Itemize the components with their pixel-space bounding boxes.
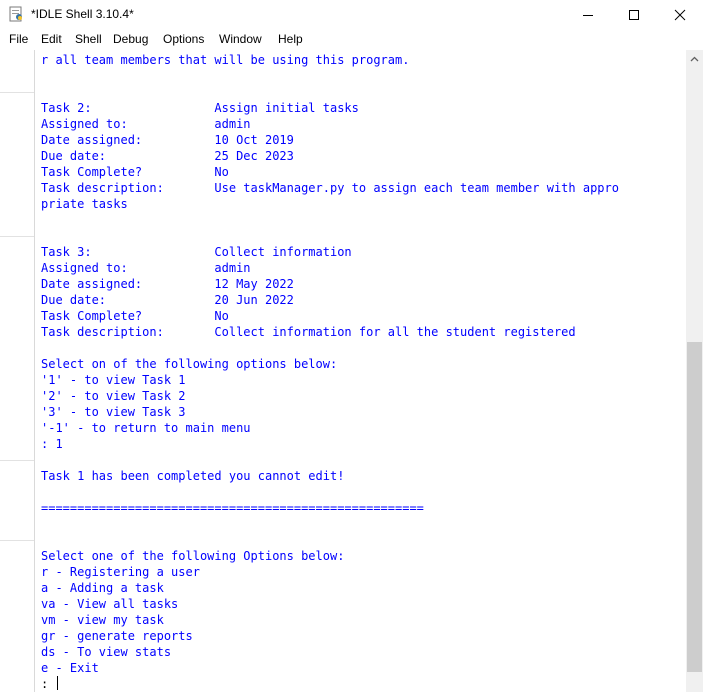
shell-line: '2' - to view Task 2: [41, 389, 186, 403]
shell-line: Date assigned: 12 May 2022: [41, 277, 294, 291]
menu-debug[interactable]: Debug: [113, 32, 148, 46]
shell-line: Task Complete? No: [41, 309, 229, 323]
chevron-up-icon: [690, 56, 699, 61]
shell-line: Task 1 has been completed you cannot edi…: [41, 469, 345, 483]
shell-line: Assigned to: admin: [41, 261, 251, 275]
shell-output: r all team members that will be using th…: [41, 52, 619, 692]
window-title: *IDLE Shell 3.10.4*: [31, 7, 134, 21]
shell-line: '1' - to view Task 1: [41, 373, 186, 387]
menu-bar: File Edit Shell Debug Options Window Hel…: [0, 30, 705, 50]
menu-options[interactable]: Options: [163, 32, 204, 46]
vertical-scrollbar[interactable]: [686, 50, 703, 692]
shell-text-area[interactable]: r all team members that will be using th…: [34, 50, 687, 692]
shell-input-line[interactable]: :: [41, 676, 619, 692]
menu-file[interactable]: File: [9, 32, 28, 46]
menu-edit[interactable]: Edit: [41, 32, 62, 46]
maximize-icon: [629, 10, 639, 20]
shell-line: a - Adding a task: [41, 581, 164, 595]
shell-line: Due date: 25 Dec 2023: [41, 149, 294, 163]
shell-line: e - Exit: [41, 661, 99, 675]
shell-line: Task description: Collect information fo…: [41, 325, 576, 339]
shell-line: vm - view my task: [41, 613, 164, 627]
shell-line: ds - To view stats: [41, 645, 172, 659]
shell-line: '3' - to view Task 3: [41, 405, 186, 419]
shell-line: Due date: 20 Jun 2022: [41, 293, 294, 307]
shell-line: '-1' - to return to main menu: [41, 421, 251, 435]
shell-line: priate tasks: [41, 197, 128, 211]
gutter-separator: [0, 236, 34, 237]
shell-line: Task Complete? No: [41, 165, 229, 179]
gutter-separator: [0, 540, 34, 541]
gutter-separator: [0, 460, 34, 461]
idle-app-icon: [9, 6, 22, 22]
minimize-button[interactable]: [565, 0, 611, 30]
shell-line: : 1: [41, 437, 63, 451]
shell-line: r - Registering a user: [41, 565, 200, 579]
text-cursor: [57, 676, 59, 690]
shell-line: ========================================…: [41, 501, 424, 515]
minimize-icon: [583, 15, 593, 16]
shell-line: va - View all tasks: [41, 597, 179, 611]
shell-line: Select one of the following Options belo…: [41, 549, 345, 563]
input-prompt: :: [41, 677, 56, 691]
shell-line: Task 2: Assign initial tasks: [41, 101, 359, 115]
gutter-separator: [0, 92, 34, 93]
shell-line: Task 3: Collect information: [41, 245, 352, 259]
shell-line: Date assigned: 10 Oct 2019: [41, 133, 294, 147]
close-icon: [674, 9, 686, 21]
shell-line: r all team members that will be using th…: [41, 53, 410, 67]
close-button[interactable]: [657, 0, 703, 30]
shell-line: Assigned to: admin: [41, 117, 251, 131]
scrollbar-thumb[interactable]: [687, 342, 702, 672]
title-bar: *IDLE Shell 3.10.4*: [0, 0, 705, 30]
shell-sidebar-gutter: [0, 50, 34, 692]
menu-help[interactable]: Help: [278, 32, 303, 46]
shell-line: Select on of the following options below…: [41, 357, 338, 371]
shell-line: gr - generate reports: [41, 629, 193, 643]
menu-window[interactable]: Window: [219, 32, 262, 46]
shell-line: Task description: Use taskManager.py to …: [41, 181, 619, 195]
maximize-button[interactable]: [611, 0, 657, 30]
scroll-up-button[interactable]: [686, 50, 703, 67]
menu-shell[interactable]: Shell: [75, 32, 102, 46]
